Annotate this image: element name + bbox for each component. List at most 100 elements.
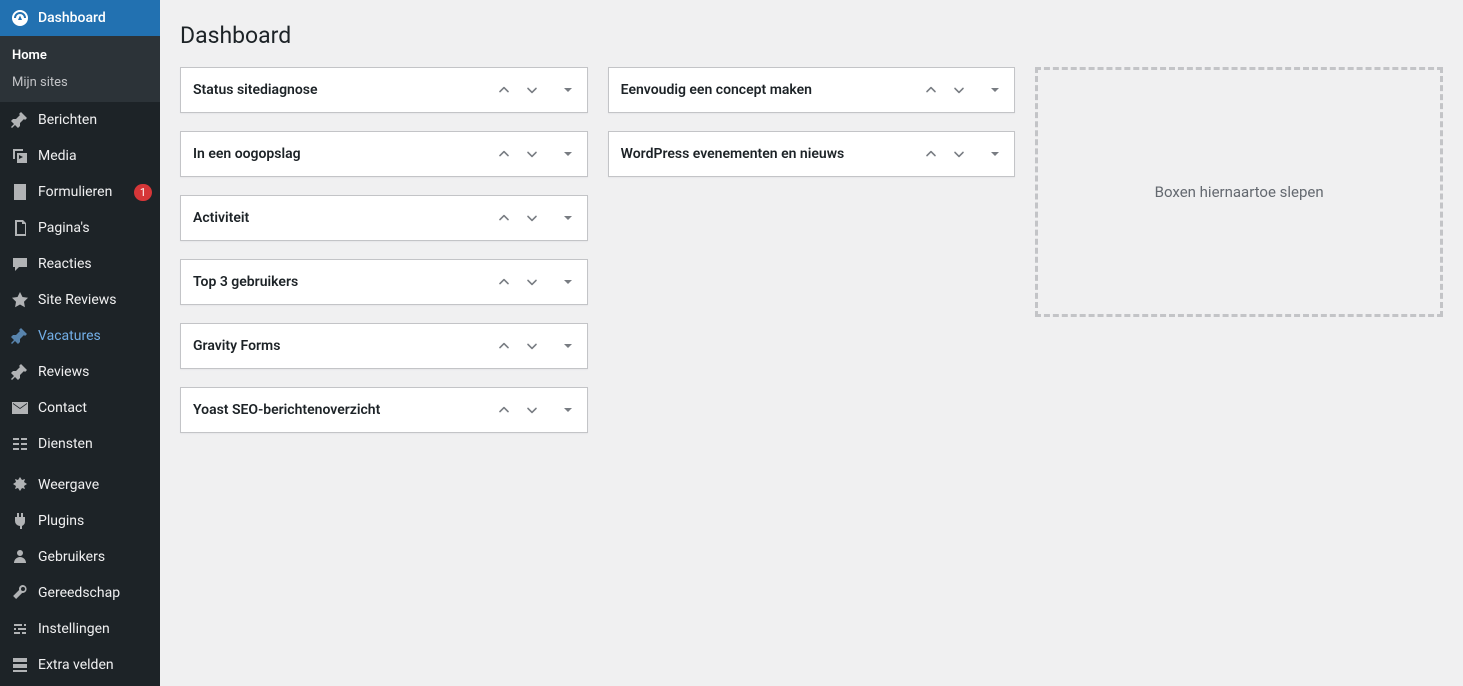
star-icon — [10, 290, 30, 310]
sidebar-item-label: Vacatures — [38, 328, 152, 344]
sidebar-item-label: Weergave — [38, 477, 152, 493]
move-down-button[interactable] — [519, 72, 545, 108]
widget-controls — [491, 72, 587, 108]
widget-controls — [491, 328, 587, 364]
sidebar-item-gebruikers[interactable]: Gebruikers — [0, 539, 160, 575]
toggle-button[interactable] — [982, 72, 1008, 108]
form-icon — [10, 182, 30, 202]
sidebar-submenu-item[interactable]: Home — [0, 42, 160, 69]
move-down-button[interactable] — [519, 392, 545, 428]
sidebar-item-label: Formulieren — [38, 184, 134, 200]
move-up-button[interactable] — [491, 136, 517, 172]
widget-title: Activiteit — [181, 210, 491, 226]
widget-title: Yoast SEO-berichtenoverzicht — [181, 402, 491, 418]
notification-badge: 1 — [134, 184, 152, 201]
dashboard-widget: Eenvoudig een concept maken — [608, 67, 1016, 113]
toggle-button[interactable] — [982, 136, 1008, 172]
dashboard-column-2: Eenvoudig een concept maken WordPress eve… — [608, 67, 1016, 195]
sidebar-submenu: HomeMijn sites — [0, 36, 160, 102]
sidebar-item-dashboard[interactable]: Dashboard — [0, 0, 160, 36]
widget-title: WordPress evenementen en nieuws — [609, 146, 919, 162]
widget-title: In een oogopslag — [181, 146, 491, 162]
dashboard-column-3: Boxen hiernaartoe slepen — [1035, 67, 1443, 317]
dashboard-icon — [10, 8, 30, 28]
dashboard-column-1: Status sitediagnose In een oogopslag Activ… — [180, 67, 588, 451]
dashboard-widget: Activiteit — [180, 195, 588, 241]
sidebar-item-label: Reviews — [38, 364, 152, 380]
sidebar-item-gereedschap[interactable]: Gereedschap — [0, 575, 160, 611]
sidebar-item-weergave[interactable]: Weergave — [0, 467, 160, 503]
move-up-button[interactable] — [491, 72, 517, 108]
move-up-button[interactable] — [491, 200, 517, 236]
sidebar-item-sitereviews[interactable]: Site Reviews — [0, 282, 160, 318]
sidebar-item-label: Pagina's — [38, 220, 152, 236]
drop-zone[interactable]: Boxen hiernaartoe slepen — [1035, 67, 1443, 317]
drop-zone-label: Boxen hiernaartoe slepen — [1155, 183, 1324, 201]
move-down-button[interactable] — [519, 264, 545, 300]
sidebar-item-label: Reacties — [38, 256, 152, 272]
widget-title: Status sitediagnose — [181, 82, 491, 98]
widget-controls — [918, 72, 1014, 108]
move-down-button[interactable] — [519, 136, 545, 172]
plugin-icon — [10, 511, 30, 531]
widget-title: Gravity Forms — [181, 338, 491, 354]
dashboard-widget: Status sitediagnose — [180, 67, 588, 113]
sidebar-item-plugins[interactable]: Plugins — [0, 503, 160, 539]
sidebar-item-label: Instellingen — [38, 621, 152, 637]
toggle-button[interactable] — [555, 328, 581, 364]
dashboard-widget: In een oogopslag — [180, 131, 588, 177]
admin-sidebar: Dashboard HomeMijn sites Berichten Media For… — [0, 0, 160, 686]
sidebar-item-instellingen[interactable]: Instellingen — [0, 611, 160, 647]
page-title: Dashboard — [180, 22, 1443, 49]
move-up-button[interactable] — [491, 392, 517, 428]
tools-icon — [10, 583, 30, 603]
sidebar-item-label: Extra velden — [38, 657, 152, 673]
toggle-button[interactable] — [555, 200, 581, 236]
sidebar-item-label: Site Reviews — [38, 292, 152, 308]
toggle-button[interactable] — [555, 264, 581, 300]
move-up-button[interactable] — [918, 136, 944, 172]
move-down-button[interactable] — [946, 72, 972, 108]
sidebar-item-label: Berichten — [38, 112, 152, 128]
sidebar-item-label: Gereedschap — [38, 585, 152, 601]
services-icon — [10, 434, 30, 454]
sidebar-item-vacatures[interactable]: Vacatures — [0, 318, 160, 354]
fields-icon — [10, 655, 30, 675]
sidebar-item-contact[interactable]: Contact — [0, 390, 160, 426]
page-icon — [10, 218, 30, 238]
move-down-button[interactable] — [519, 328, 545, 364]
dashboard-widget: Gravity Forms — [180, 323, 588, 369]
sidebar-item-label: Diensten — [38, 436, 152, 452]
sidebar-item-label: Gebruikers — [38, 549, 152, 565]
sidebar-item-label: Media — [38, 148, 152, 164]
sidebar-item-formulieren[interactable]: Formulieren1 — [0, 174, 160, 210]
appearance-icon — [10, 475, 30, 495]
sidebar-item-diensten[interactable]: Diensten — [0, 426, 160, 462]
sidebar-item-media[interactable]: Media — [0, 138, 160, 174]
move-down-button[interactable] — [519, 200, 545, 236]
move-up-button[interactable] — [491, 264, 517, 300]
pin-icon — [10, 110, 30, 130]
widget-title: Top 3 gebruikers — [181, 274, 491, 290]
media-icon — [10, 146, 30, 166]
move-up-button[interactable] — [491, 328, 517, 364]
move-down-button[interactable] — [946, 136, 972, 172]
widget-controls — [491, 136, 587, 172]
toggle-button[interactable] — [555, 392, 581, 428]
widget-controls — [491, 392, 587, 428]
sidebar-item-berichten[interactable]: Berichten — [0, 102, 160, 138]
move-up-button[interactable] — [918, 72, 944, 108]
sidebar-item-extravelden[interactable]: Extra velden — [0, 647, 160, 683]
sidebar-submenu-item[interactable]: Mijn sites — [0, 69, 160, 96]
sidebar-item-paginas[interactable]: Pagina's — [0, 210, 160, 246]
pin-icon — [10, 362, 30, 382]
sidebar-item-reacties[interactable]: Reacties — [0, 246, 160, 282]
sidebar-item-label: Dashboard — [38, 10, 152, 26]
toggle-button[interactable] — [555, 72, 581, 108]
dashboard-widget: Top 3 gebruikers — [180, 259, 588, 305]
toggle-button[interactable] — [555, 136, 581, 172]
mail-icon — [10, 398, 30, 418]
sidebar-item-reviews[interactable]: Reviews — [0, 354, 160, 390]
main-content: Dashboard Status sitediagnose In een oogo… — [160, 0, 1463, 686]
dashboard-widget: WordPress evenementen en nieuws — [608, 131, 1016, 177]
